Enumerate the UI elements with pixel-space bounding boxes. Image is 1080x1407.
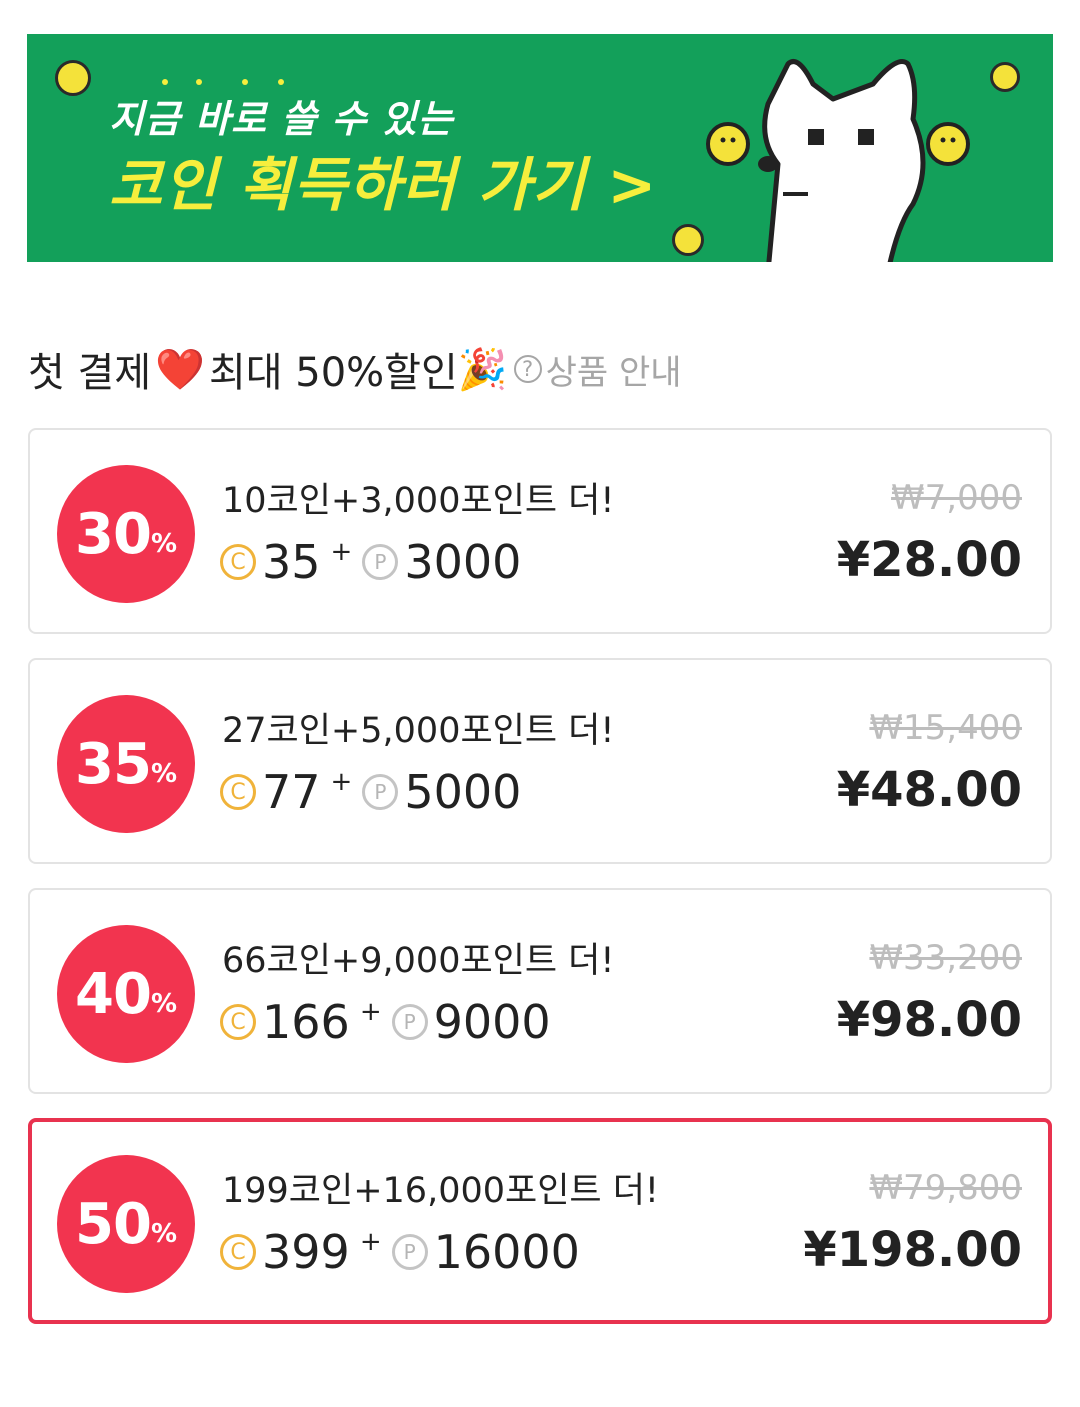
coin-icon: C [220,1234,256,1270]
point-icon: P [391,1234,428,1270]
coin-amount: 166 [262,995,350,1049]
coin-icon: C [220,544,256,580]
plus-sign: + [359,997,382,1027]
discount-badge: 40% [57,925,195,1063]
discount-badge: 50% [57,1155,195,1293]
sale-price: ¥198.00 [803,1222,1022,1278]
original-price: ₩33,200 [869,938,1022,978]
point-amount: 9000 [433,995,551,1049]
discount-value: 40 [75,961,152,1027]
coin-amount: 77 [262,765,321,819]
product-card[interactable]: 30% 10코인+3,000포인트 더! C 35 + P 3000 ₩7,00… [28,428,1052,634]
product-card[interactable]: 50% 199코인+16,000포인트 더! C 399 + P 16000 ₩… [28,1118,1052,1324]
product-card[interactable]: 40% 66코인+9,000포인트 더! C 166 + P 9000 ₩33,… [28,888,1052,1094]
original-price: ₩7,000 [891,478,1022,518]
banner-headline: 코인 획득하러 가기 > [109,151,658,219]
smiley-coin-icon [55,60,91,96]
point-icon: P [362,544,399,580]
heart-icon: ❤️ [155,346,205,393]
product-title: 27코인+5,000포인트 더! [222,711,615,751]
product-title: 10코인+3,000포인트 더! [222,481,615,521]
dog-mascot-icon [706,59,970,262]
point-amount: 16000 [433,1225,580,1279]
point-amount: 5000 [404,765,522,819]
section-title-text: 첫 결제 [28,350,152,396]
point-icon: P [362,774,399,810]
point-amount: 3000 [404,535,522,589]
product-amounts: C 35 + P 3000 [220,535,521,589]
product-amounts: C 77 + P 5000 [220,765,521,819]
original-price: ₩79,800 [869,1168,1022,1208]
original-price: ₩15,400 [869,708,1022,748]
coin-icon: C [220,1004,256,1040]
product-title: 199코인+16,000포인트 더! [222,1171,659,1211]
sale-price: ¥28.00 [836,532,1022,588]
discount-percent-sign: % [150,989,177,1019]
discount-percent-sign: % [150,759,177,789]
discount-badge: 35% [57,695,195,833]
product-guide-link[interactable]: ? 상품 안내 [513,345,682,394]
dots-decoration [162,79,284,85]
plus-sign: + [330,767,353,797]
product-title: 66코인+9,000포인트 더! [222,941,615,981]
discount-badge: 30% [57,465,195,603]
sale-price: ¥48.00 [836,762,1022,818]
coin-promo-banner[interactable]: 지금 바로 쓸 수 있는 코인 획득하러 가기 > [27,34,1053,262]
question-circle-icon: ? [513,355,542,383]
discount-percent-sign: % [150,1219,177,1249]
discount-value: 35 [75,731,152,797]
product-guide-label: 상품 안내 [545,352,682,393]
product-amounts: C 399 + P 16000 [220,1225,580,1279]
point-icon: P [391,1004,428,1040]
banner-subtitle: 지금 바로 쓸 수 있는 [109,97,454,141]
plus-sign: + [330,537,353,567]
product-amounts: C 166 + P 9000 [220,995,551,1049]
discount-percent-sign: % [150,529,177,559]
discount-value: 50 [75,1191,152,1257]
discount-value: 30 [75,501,152,567]
section-title-discount: 최대 50%할인 [208,350,458,396]
sale-price: ¥98.00 [836,992,1022,1048]
product-card[interactable]: 35% 27코인+5,000포인트 더! C 77 + P 5000 ₩15,4… [28,658,1052,864]
coin-amount: 35 [262,535,321,589]
coin-amount: 399 [262,1225,350,1279]
section-title: 첫 결제 ❤️ 최대 50%할인 🎉 ? 상품 안내 [28,340,682,398]
plus-sign: + [359,1227,382,1257]
coin-icon: C [220,774,256,810]
party-popper-icon: 🎉 [457,346,508,393]
